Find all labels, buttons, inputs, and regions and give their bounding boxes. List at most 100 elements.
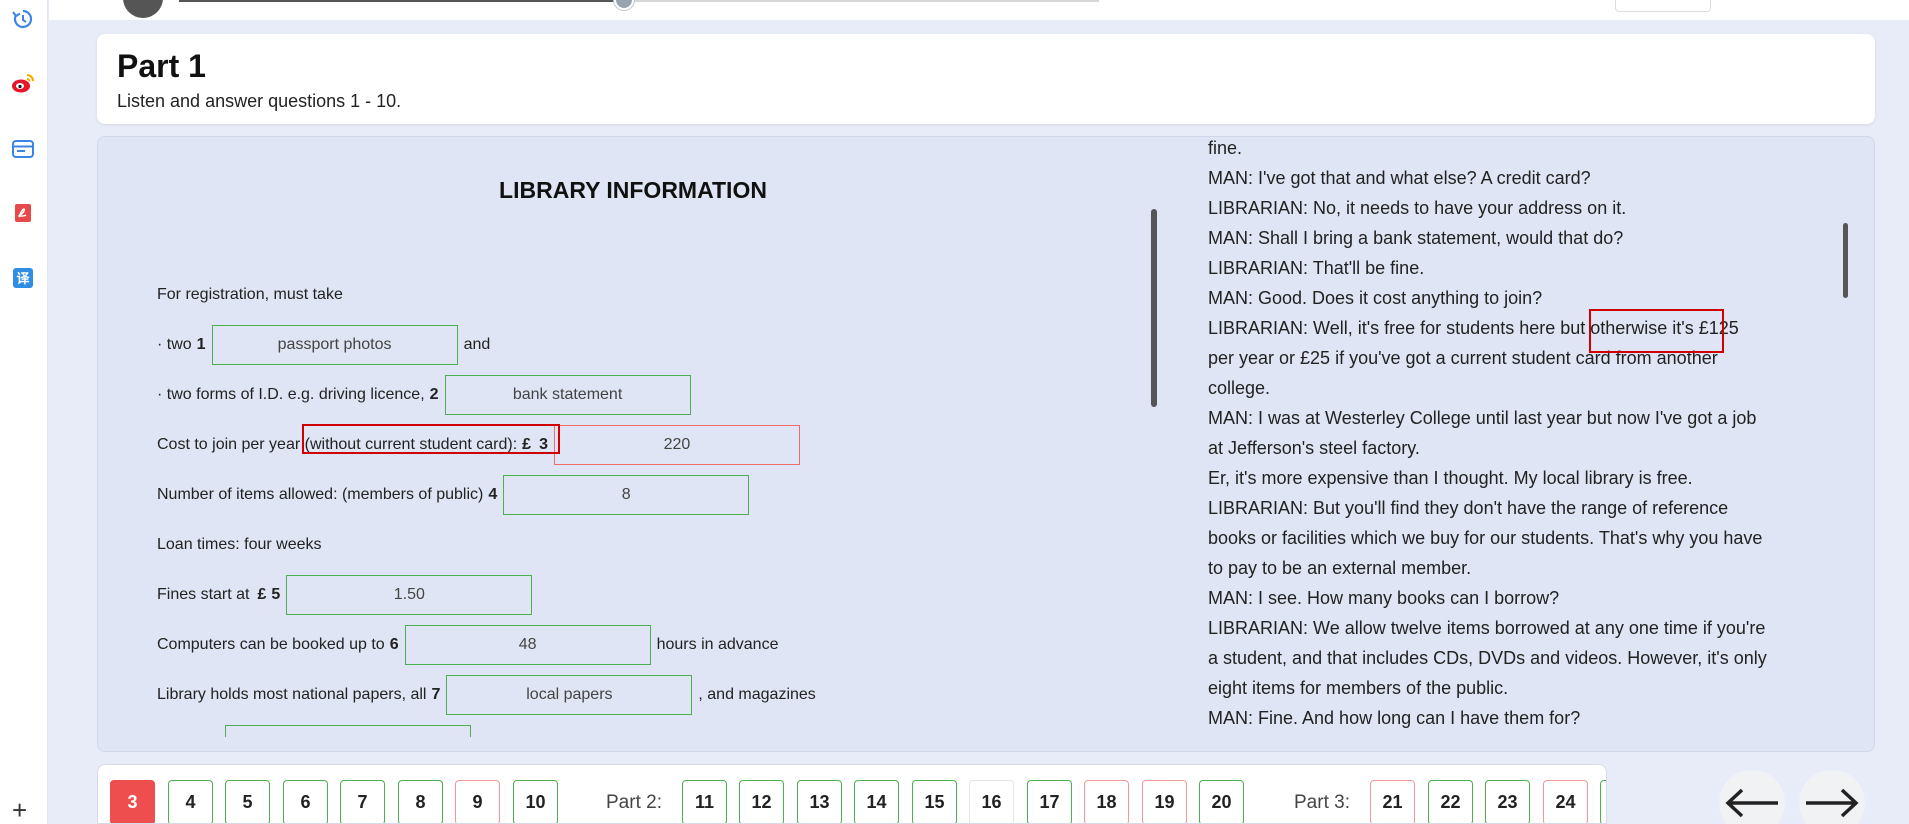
left-toolbar: 译 + xyxy=(0,0,48,824)
q6-post-text: hours in advance xyxy=(656,636,779,653)
transcript-line: MAN: Good. Does it cost anything to join… xyxy=(1208,288,1543,308)
transcript-line: per year or £25 if you've got a current … xyxy=(1208,348,1718,368)
q3-number: 3 xyxy=(539,436,548,453)
loan-text: Loan times: four weeks xyxy=(157,536,322,553)
question-button-15[interactable]: 15 xyxy=(912,780,957,823)
transcript-line: MAN: I was at Westerley College until la… xyxy=(1208,408,1757,428)
page-title: Part 1 xyxy=(117,48,206,84)
history-icon[interactable] xyxy=(10,6,36,32)
question-4-row: Number of items allowed: (members of pub… xyxy=(157,475,755,515)
question-button-5[interactable]: 5 xyxy=(225,780,270,823)
question-2-row: · two forms of I.D. e.g. driving licence… xyxy=(157,375,697,415)
transcript-line: books or facilities which we buy for our… xyxy=(1208,528,1763,548)
transcript-line: college. xyxy=(1208,378,1271,398)
q7-number: 7 xyxy=(431,686,441,703)
answer-field-8[interactable] xyxy=(225,725,471,737)
translate-icon[interactable]: 译 xyxy=(10,265,36,291)
transcript-line: LIBRARIAN: But you'll find they don't ha… xyxy=(1208,498,1729,518)
question-button-18[interactable]: 18 xyxy=(1084,780,1129,823)
transcript-line: MAN: I've got that and what else? A cred… xyxy=(1208,168,1591,188)
transcript-line: MAN: I see. How many books can I borrow? xyxy=(1208,588,1560,608)
question-button-24[interactable]: 24 xyxy=(1543,780,1588,823)
transcript-scrollbar[interactable] xyxy=(1843,223,1848,298)
question-button-23[interactable]: 23 xyxy=(1485,780,1530,823)
arrow-right-icon xyxy=(1806,788,1859,818)
question-button-11[interactable]: 11 xyxy=(682,780,727,823)
pdf-icon[interactable] xyxy=(10,200,36,226)
question-button-17[interactable]: 17 xyxy=(1027,780,1072,823)
q4-number: 4 xyxy=(488,486,498,503)
q7-post-text: , and magazines xyxy=(698,686,816,703)
weibo-icon[interactable] xyxy=(10,70,36,96)
answer-field-6[interactable]: 48 xyxy=(404,625,651,665)
q5-text: Fines start at xyxy=(157,586,250,603)
question-button-25[interactable] xyxy=(1600,780,1606,823)
q1-post-text: and xyxy=(463,336,491,353)
answer-field-4[interactable]: 8 xyxy=(503,475,750,515)
play-button[interactable] xyxy=(123,0,163,18)
q7-text: Library holds most national papers, all xyxy=(157,686,427,703)
q1-text: · two xyxy=(157,336,192,353)
form-pane[interactable]: LIBRARY INFORMATION For registration, mu… xyxy=(98,137,1158,737)
form-intro: For registration, must take xyxy=(157,275,343,315)
q4-text: Number of items allowed: (members of pub… xyxy=(157,486,484,503)
question-button-6[interactable]: 6 xyxy=(283,780,328,823)
transcript-line: to pay to be an external member. xyxy=(1208,558,1472,578)
question-button-3[interactable]: 3 xyxy=(110,780,155,823)
transcript-line: MAN: Shall I bring a bank statement, wou… xyxy=(1208,228,1624,248)
transcript-line: LIBRARIAN: That'll be fine. xyxy=(1208,258,1425,278)
answer-field-2[interactable]: bank statement xyxy=(444,375,691,415)
browser-window-icon[interactable] xyxy=(10,136,36,162)
question-button-4[interactable]: 4 xyxy=(168,780,213,823)
next-button[interactable] xyxy=(1799,770,1865,824)
transcript-line: LIBRARIAN: We allow twelve items borrowe… xyxy=(1208,618,1766,638)
transcript-line: Er, it's more expensive than I thought. … xyxy=(1208,468,1693,488)
part-2-label: Part 2: xyxy=(606,792,662,813)
question-1-row: · two 1 passport photos and xyxy=(157,325,490,365)
question-3-row: Cost to join per year (without current s… xyxy=(157,425,806,465)
audio-player-bar xyxy=(49,0,1909,20)
intro-text: For registration, must take xyxy=(157,286,343,303)
form-scrollbar[interactable] xyxy=(1151,209,1157,407)
question-button-20[interactable]: 20 xyxy=(1199,780,1244,823)
audio-progress-handle[interactable] xyxy=(614,0,634,10)
q3-currency: £ xyxy=(522,436,532,453)
question-button-21[interactable]: 21 xyxy=(1370,780,1415,823)
q5-currency: £ xyxy=(257,586,267,603)
transcript-pane[interactable]: fine. MAN: I've got that and what else? … xyxy=(1208,137,1856,737)
question-button-14[interactable]: 14 xyxy=(854,780,899,823)
transcript-line: LIBRARIAN: No, it needs to have your add… xyxy=(1208,198,1627,218)
question-button-10[interactable]: 10 xyxy=(513,780,558,823)
arrow-left-icon xyxy=(1725,788,1778,818)
question-button-8[interactable]: 8 xyxy=(398,780,443,823)
question-button-7[interactable]: 7 xyxy=(340,780,385,823)
q2-text: · two forms of I.D. e.g. driving licence… xyxy=(157,386,425,403)
question-navigator: 3 4 5 6 7 8 9 10 Part 2: 11 12 13 14 15 … xyxy=(97,764,1607,824)
answer-field-1[interactable]: passport photos xyxy=(211,325,458,365)
answer-field-3[interactable]: 220 xyxy=(553,425,800,465)
question-button-9[interactable]: 9 xyxy=(455,780,500,823)
answer-field-5[interactable]: 1.50 xyxy=(286,575,533,615)
question-5-row: Fines start at £ 5 1.50 xyxy=(157,575,538,615)
previous-button[interactable] xyxy=(1719,770,1785,824)
part-header: Part 1 Listen and answer questions 1 - 1… xyxy=(97,34,1875,124)
answer-field-7[interactable]: local papers xyxy=(446,675,693,715)
transcript-line: eight items for members of the public. xyxy=(1208,678,1509,698)
transcript-line: LIBRARIAN: Well, it's free for students … xyxy=(1208,318,1739,338)
audio-progress-fill xyxy=(179,0,621,2)
question-button-19[interactable]: 19 xyxy=(1142,780,1187,823)
loan-times-row: Loan times: four weeks xyxy=(157,525,322,565)
q6-text: Computers can be booked up to xyxy=(157,636,385,653)
transcript-line: a student, and that includes CDs, DVDs a… xyxy=(1208,648,1767,668)
add-icon[interactable]: + xyxy=(12,797,27,823)
q6-number: 6 xyxy=(389,636,399,653)
question-button-13[interactable]: 13 xyxy=(797,780,842,823)
playback-speed-select[interactable] xyxy=(1615,0,1711,12)
question-button-22[interactable]: 22 xyxy=(1428,780,1473,823)
question-button-12[interactable]: 12 xyxy=(739,780,784,823)
question-button-16[interactable]: 16 xyxy=(969,780,1014,823)
question-7-row: Library holds most national papers, all … xyxy=(157,675,816,715)
transcript-line: MAN: Fine. And how long can I have them … xyxy=(1208,708,1581,728)
transcript-line: fine. xyxy=(1208,138,1243,158)
form-title: LIBRARY INFORMATION xyxy=(499,177,767,203)
